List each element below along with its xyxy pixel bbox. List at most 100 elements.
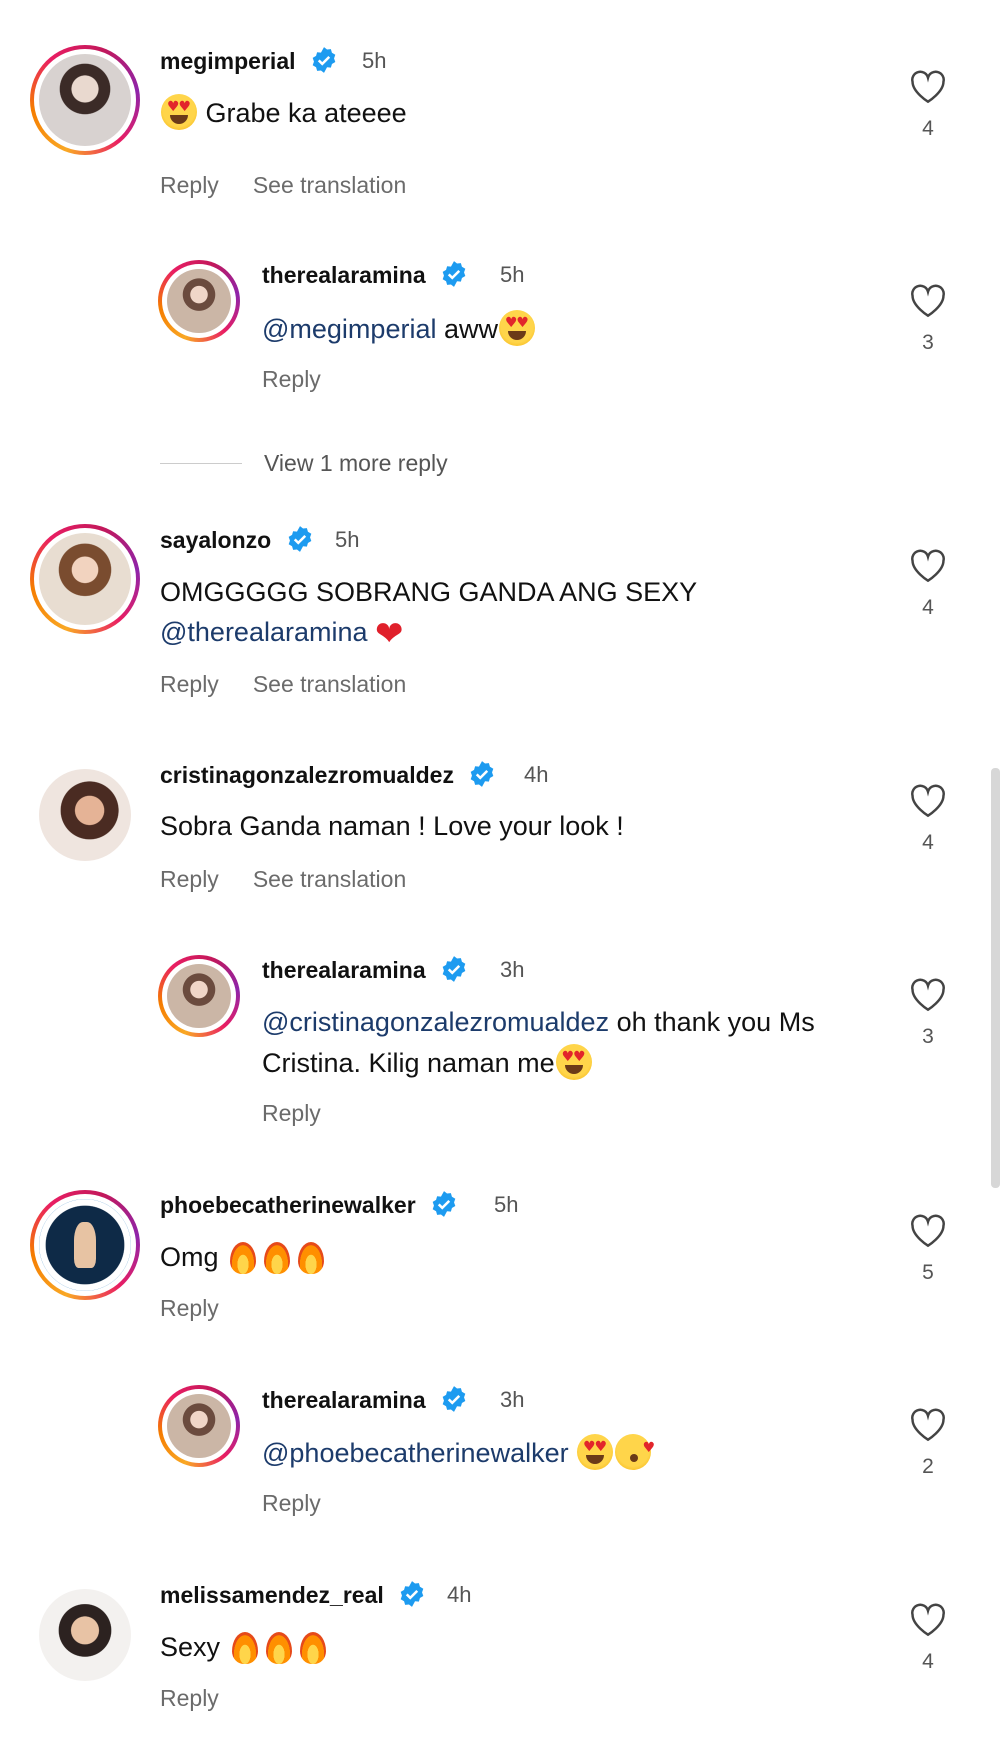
heart-outline-icon	[911, 1408, 945, 1442]
comment-actions: Reply See translation	[160, 172, 440, 199]
comment-text: Omg	[160, 1238, 328, 1275]
comment-actions: Reply	[160, 1295, 253, 1322]
comment-text-line2: @therealaramina ❤	[160, 614, 404, 652]
like-button[interactable]: 4	[908, 549, 948, 620]
username-text[interactable]: sayalonzo	[160, 527, 271, 553]
timestamp: 4h	[524, 762, 549, 787]
fire-emoji	[262, 1238, 292, 1274]
kissing-face-emoji	[615, 1430, 655, 1470]
verified-badge-icon	[288, 526, 311, 552]
avatar[interactable]	[158, 260, 240, 342]
avatar[interactable]	[30, 1580, 140, 1690]
verified-badge-icon	[471, 761, 494, 787]
username-text[interactable]: melissamendez_real	[160, 1582, 384, 1608]
reply-button[interactable]: Reply	[160, 671, 219, 697]
comment-text: Grabe ka ateeee	[160, 94, 407, 131]
timestamp: 3h	[500, 1387, 525, 1412]
like-count: 5	[922, 1261, 934, 1284]
avatar[interactable]	[30, 524, 140, 634]
heart-eyes-emoji	[577, 1434, 614, 1470]
reply-button[interactable]: Reply	[262, 1490, 321, 1516]
like-count: 4	[922, 831, 934, 854]
comment-actions: Reply	[262, 1100, 355, 1127]
verified-badge-icon	[442, 261, 466, 287]
username[interactable]: sayalonzo	[160, 525, 314, 554]
reply-button[interactable]: Reply	[262, 1100, 321, 1126]
username[interactable]: therealaramina	[262, 1385, 468, 1414]
comment-text: Sobra Ganda naman ! Love your look !	[160, 811, 624, 841]
fire-emoji	[230, 1628, 260, 1664]
like-button[interactable]: 2	[908, 1408, 948, 1479]
username-text[interactable]: therealaramina	[262, 957, 426, 983]
username[interactable]: megimperial	[160, 46, 338, 75]
timestamp: 4h	[447, 1582, 472, 1607]
username[interactable]: therealaramina	[262, 260, 468, 289]
mention-link[interactable]: @therealaramina	[160, 617, 368, 647]
timestamp: 5h	[335, 527, 360, 552]
fire-emoji	[296, 1238, 326, 1274]
comment-actions: Reply	[262, 366, 355, 393]
like-count: 4	[922, 1650, 934, 1673]
like-button[interactable]: 4	[908, 784, 948, 855]
see-translation-button[interactable]: See translation	[253, 671, 406, 697]
username[interactable]: therealaramina	[262, 955, 468, 984]
divider-line	[160, 463, 242, 464]
avatar[interactable]	[30, 45, 140, 155]
fire-emoji	[298, 1628, 328, 1664]
like-button[interactable]: 3	[908, 978, 948, 1049]
avatar[interactable]	[30, 1190, 140, 1300]
view-more-replies[interactable]: View 1 more reply	[160, 450, 448, 477]
username-text[interactable]: therealaramina	[262, 1387, 426, 1413]
comment-text: @megimperial aww	[262, 310, 536, 347]
comment-text: @cristinagonzalezromualdez oh thank you …	[262, 1007, 815, 1037]
timestamp: 3h	[500, 957, 525, 982]
like-count: 3	[922, 1025, 934, 1048]
like-button[interactable]: 4	[908, 1603, 948, 1674]
reply-button[interactable]: Reply	[160, 1295, 219, 1321]
like-button[interactable]: 3	[908, 284, 948, 355]
heart-eyes-emoji	[498, 310, 535, 346]
verified-badge-icon	[312, 47, 336, 73]
fire-emoji	[228, 1238, 258, 1274]
heart-outline-icon	[911, 1214, 945, 1248]
avatar[interactable]	[158, 1385, 240, 1467]
reply-button[interactable]: Reply	[160, 1685, 219, 1711]
reply-button[interactable]: Reply	[262, 366, 321, 392]
heart-outline-icon	[911, 978, 945, 1012]
fire-emoji	[264, 1628, 294, 1664]
timestamp: 5h	[494, 1192, 519, 1217]
verified-badge-icon	[400, 1581, 424, 1607]
comment-actions: Reply See translation	[160, 866, 440, 893]
mention-link[interactable]: @megimperial	[262, 314, 436, 344]
username[interactable]: cristinagonzalezromualdez	[160, 760, 496, 789]
heart-outline-icon	[911, 70, 945, 104]
like-button[interactable]: 4	[908, 70, 948, 141]
red-heart-emoji: ❤	[375, 614, 404, 654]
avatar[interactable]	[158, 955, 240, 1037]
comment-text: OMGGGGG SOBRANG GANDA ANG SEXY	[160, 577, 698, 607]
verified-badge-icon	[442, 1386, 466, 1412]
username-text[interactable]: therealaramina	[262, 262, 426, 288]
reply-button[interactable]: Reply	[160, 866, 219, 892]
mention-link[interactable]: @cristinagonzalezromualdez	[262, 1007, 609, 1037]
heart-outline-icon	[911, 284, 945, 318]
username-text[interactable]: megimperial	[160, 48, 296, 74]
mention-link[interactable]: @phoebecatherinewalker	[262, 1438, 569, 1468]
heart-eyes-emoji	[161, 94, 197, 130]
username[interactable]: phoebecatherinewalker	[160, 1190, 458, 1219]
see-translation-button[interactable]: See translation	[253, 866, 406, 892]
username-text[interactable]: cristinagonzalezromualdez	[160, 762, 454, 788]
username-text[interactable]: phoebecatherinewalker	[160, 1192, 416, 1218]
like-count: 4	[922, 596, 934, 619]
verified-badge-icon	[432, 1191, 456, 1217]
see-translation-button[interactable]: See translation	[253, 172, 406, 198]
like-button[interactable]: 5	[908, 1214, 948, 1285]
scrollbar[interactable]	[991, 768, 1000, 1188]
comment-text: @phoebecatherinewalker	[262, 1430, 655, 1471]
avatar[interactable]	[30, 760, 140, 870]
like-count: 4	[922, 117, 934, 140]
reply-button[interactable]: Reply	[160, 172, 219, 198]
username[interactable]: melissamendez_real	[160, 1580, 426, 1609]
timestamp: 5h	[500, 262, 525, 287]
comment-actions: Reply	[160, 1685, 253, 1712]
